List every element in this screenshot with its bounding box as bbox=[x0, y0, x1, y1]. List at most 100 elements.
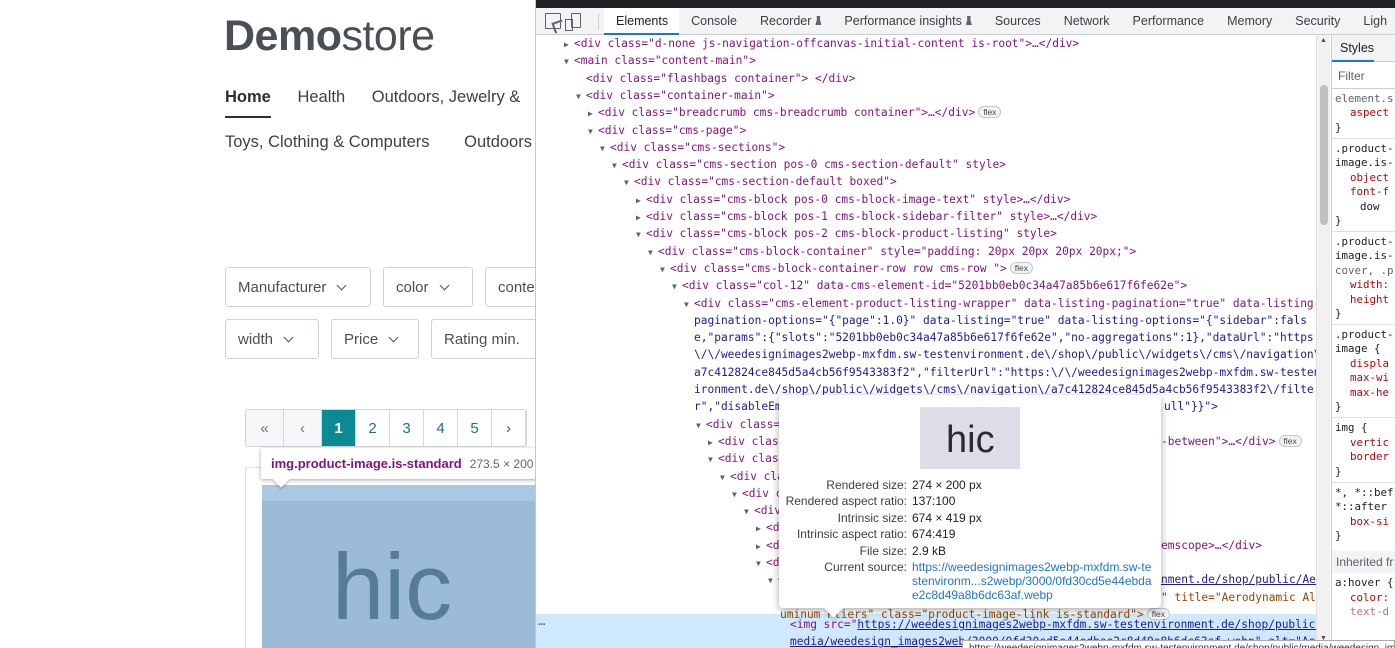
filter-content[interactable]: conte bbox=[485, 267, 535, 307]
tab-console[interactable]: Console bbox=[679, 8, 748, 35]
product-image[interactable]: hic bbox=[262, 485, 535, 648]
dom-node[interactable]: ▼ <main class="content-main"> bbox=[536, 52, 1316, 69]
css-property[interactable]: text-d bbox=[1350, 605, 1389, 620]
tab-performance[interactable]: Performance bbox=[1121, 8, 1216, 35]
pagination-page-4[interactable]: 4 bbox=[424, 410, 458, 446]
flex-badge[interactable]: flex bbox=[1278, 434, 1302, 447]
expand-triangle-icon[interactable]: ▶ bbox=[636, 192, 646, 209]
collapse-triangle-icon[interactable]: ▼ bbox=[744, 503, 754, 520]
collapse-triangle-icon[interactable]: ▼ bbox=[756, 555, 766, 572]
dom-node[interactable]: ▶ <div class="cms-block pos-1 cms-block-s… bbox=[536, 208, 1316, 225]
css-property[interactable]: font-f bbox=[1350, 185, 1389, 200]
css-property[interactable]: width: bbox=[1350, 278, 1389, 293]
expand-triangle-icon[interactable]: ▶ bbox=[636, 209, 646, 226]
css-property[interactable]: max-wi bbox=[1350, 371, 1389, 386]
collapse-triangle-icon[interactable]: ▼ bbox=[708, 451, 718, 468]
dom-node[interactable]: ▼ <div class="cms-block pos-2 cms-block-p… bbox=[536, 225, 1316, 242]
collapse-triangle-icon[interactable]: ▼ bbox=[588, 123, 598, 140]
tab-network[interactable]: Network bbox=[1052, 8, 1121, 35]
expand-triangle-icon[interactable]: ▶ bbox=[588, 105, 598, 122]
dom-node[interactable]: ▶ <div class="breadcrumb cms-breadcrumb c… bbox=[536, 104, 1316, 121]
filter-manufacturer[interactable]: Manufacturer bbox=[225, 267, 371, 307]
nav-item-home[interactable]: Home bbox=[225, 88, 271, 118]
dom-node[interactable]: ▼ <div class="cms-block-container-row row… bbox=[536, 260, 1316, 277]
dom-node[interactable]: ▼ <div class="col-12" data-cms-element-id… bbox=[536, 277, 1316, 294]
collapse-triangle-icon[interactable]: ▼ bbox=[648, 244, 658, 261]
dom-node[interactable]: ▶ <div class="d-none js-navigation-offcan… bbox=[536, 35, 1316, 52]
dom-node[interactable]: ▼ <div class="cms-section-default boxed"> bbox=[536, 173, 1316, 190]
nav-item-health[interactable]: Health bbox=[297, 88, 345, 107]
filter-rating[interactable]: Rating min. bbox=[431, 319, 535, 359]
dom-link[interactable]: nment.de/shop/public/Aer bbox=[1161, 571, 1316, 588]
collapse-triangle-icon[interactable]: ▼ bbox=[684, 296, 694, 313]
nav-item-outdoors[interactable]: Outdoors bbox=[464, 133, 532, 152]
filter-price[interactable]: Price bbox=[331, 319, 419, 359]
dom-node[interactable]: <div class="flashbags container"> </div> bbox=[536, 70, 1316, 87]
pagination-first[interactable]: « bbox=[246, 410, 284, 446]
expand-triangle-icon[interactable]: ▶ bbox=[708, 434, 718, 451]
styles-filter-input[interactable]: Filter bbox=[1332, 63, 1395, 89]
pagination-page-3[interactable]: 3 bbox=[390, 410, 424, 446]
dom-tree-scrollbar[interactable]: ▲ ▼ bbox=[1316, 35, 1330, 648]
collapse-triangle-icon[interactable]: ▼ bbox=[612, 157, 622, 174]
pagination-next[interactable]: › bbox=[492, 410, 526, 446]
css-property[interactable]: object bbox=[1350, 171, 1389, 186]
device-toolbar-icon[interactable] bbox=[565, 13, 581, 31]
tab-elements[interactable]: Elements bbox=[604, 8, 680, 35]
pagination-prev[interactable]: ‹ bbox=[284, 410, 322, 446]
dom-node[interactable]: ▶ <div class="cms-block pos-0 cms-block-i… bbox=[536, 191, 1316, 208]
expand-triangle-icon[interactable]: ▶ bbox=[756, 520, 766, 537]
dom-link[interactable]: https://weedesignimages2webp-mxfdm.sw-te… bbox=[857, 618, 1316, 631]
nav-item-outdoors-jewelry[interactable]: Outdoors, Jewelry & bbox=[372, 88, 521, 107]
collapse-triangle-icon[interactable]: ▼ bbox=[672, 278, 682, 295]
pagination-page-1[interactable]: 1 bbox=[322, 410, 356, 446]
store-logo[interactable]: Demostore bbox=[224, 12, 435, 61]
scroll-up-icon[interactable]: ▲ bbox=[1320, 37, 1327, 44]
collapse-triangle-icon[interactable]: ▼ bbox=[576, 88, 586, 105]
css-property[interactable]: aspect bbox=[1350, 106, 1389, 121]
css-property[interactable]: displa bbox=[1350, 357, 1389, 372]
current-source-link[interactable]: https://weedesignimages2webp-mxfdm.sw-te… bbox=[912, 560, 1152, 602]
dom-node[interactable]: ▼ <div class="cms-sections"> bbox=[536, 139, 1316, 156]
scrollbar-thumb[interactable] bbox=[1320, 85, 1328, 225]
css-property[interactable]: vertic bbox=[1350, 436, 1389, 451]
collapse-triangle-icon[interactable]: ▼ bbox=[600, 140, 610, 157]
pagination-page-2[interactable]: 2 bbox=[356, 410, 390, 446]
collapse-triangle-icon[interactable]: ▼ bbox=[732, 486, 742, 503]
dom-node[interactable]: ▼ <div class="cms-element-product-listing… bbox=[536, 295, 1316, 312]
collapse-triangle-icon[interactable]: ▼ bbox=[660, 261, 670, 278]
dom-link[interactable]: media/weedesign_images2web bbox=[790, 635, 965, 648]
nav-item-toys-clothing[interactable]: Toys, Clothing & Computers bbox=[225, 133, 430, 152]
collapse-triangle-icon[interactable]: ▼ bbox=[768, 572, 778, 589]
pagination-page-5[interactable]: 5 bbox=[458, 410, 492, 446]
tab-styles[interactable]: Styles bbox=[1332, 35, 1375, 62]
css-property[interactable]: border bbox=[1350, 450, 1389, 465]
flex-badge[interactable]: flex bbox=[978, 106, 1002, 119]
collapse-triangle-icon[interactable]: ▼ bbox=[636, 226, 646, 243]
dom-node[interactable]: ▼ <div class="container-main"> bbox=[536, 87, 1316, 104]
collapse-triangle-icon[interactable]: ▼ bbox=[564, 53, 574, 70]
collapse-triangle-icon[interactable]: ▼ bbox=[696, 417, 706, 434]
inspect-element-icon[interactable] bbox=[545, 13, 561, 29]
tab-security[interactable]: Security bbox=[1283, 8, 1351, 35]
expand-triangle-icon[interactable]: ▶ bbox=[756, 538, 766, 555]
collapse-triangle-icon[interactable]: ▼ bbox=[720, 469, 730, 486]
dom-node-img-selected[interactable]: <img src="https://weedesignimages2webp-m… bbox=[536, 616, 1316, 633]
tab-performance-insights[interactable]: Performance insights bbox=[832, 8, 982, 35]
dom-node[interactable]: ▼ <div class="cms-section pos-0 cms-secti… bbox=[536, 156, 1316, 173]
css-property[interactable]: color: bbox=[1350, 591, 1389, 606]
tab-memory[interactable]: Memory bbox=[1215, 8, 1283, 35]
tab-sources[interactable]: Sources bbox=[983, 8, 1052, 35]
filter-color[interactable]: color bbox=[383, 267, 473, 307]
flex-badge[interactable]: flex bbox=[1009, 261, 1034, 274]
expand-triangle-icon[interactable]: ▶ bbox=[564, 36, 574, 53]
collapse-triangle-icon[interactable]: ▼ bbox=[624, 174, 634, 191]
dom-node[interactable]: ▼ <div class="cms-block-container" style=… bbox=[536, 243, 1316, 260]
tab-lighthouse[interactable]: Ligh bbox=[1351, 8, 1395, 35]
tab-recorder[interactable]: Recorder bbox=[748, 8, 832, 35]
filter-width[interactable]: width bbox=[225, 319, 319, 359]
css-property[interactable]: max-he bbox=[1350, 386, 1389, 401]
css-property[interactable]: height bbox=[1350, 293, 1389, 308]
dom-node[interactable]: ▼ <div class="cms-page"> bbox=[536, 122, 1316, 139]
css-property[interactable]: box-si bbox=[1350, 515, 1389, 530]
